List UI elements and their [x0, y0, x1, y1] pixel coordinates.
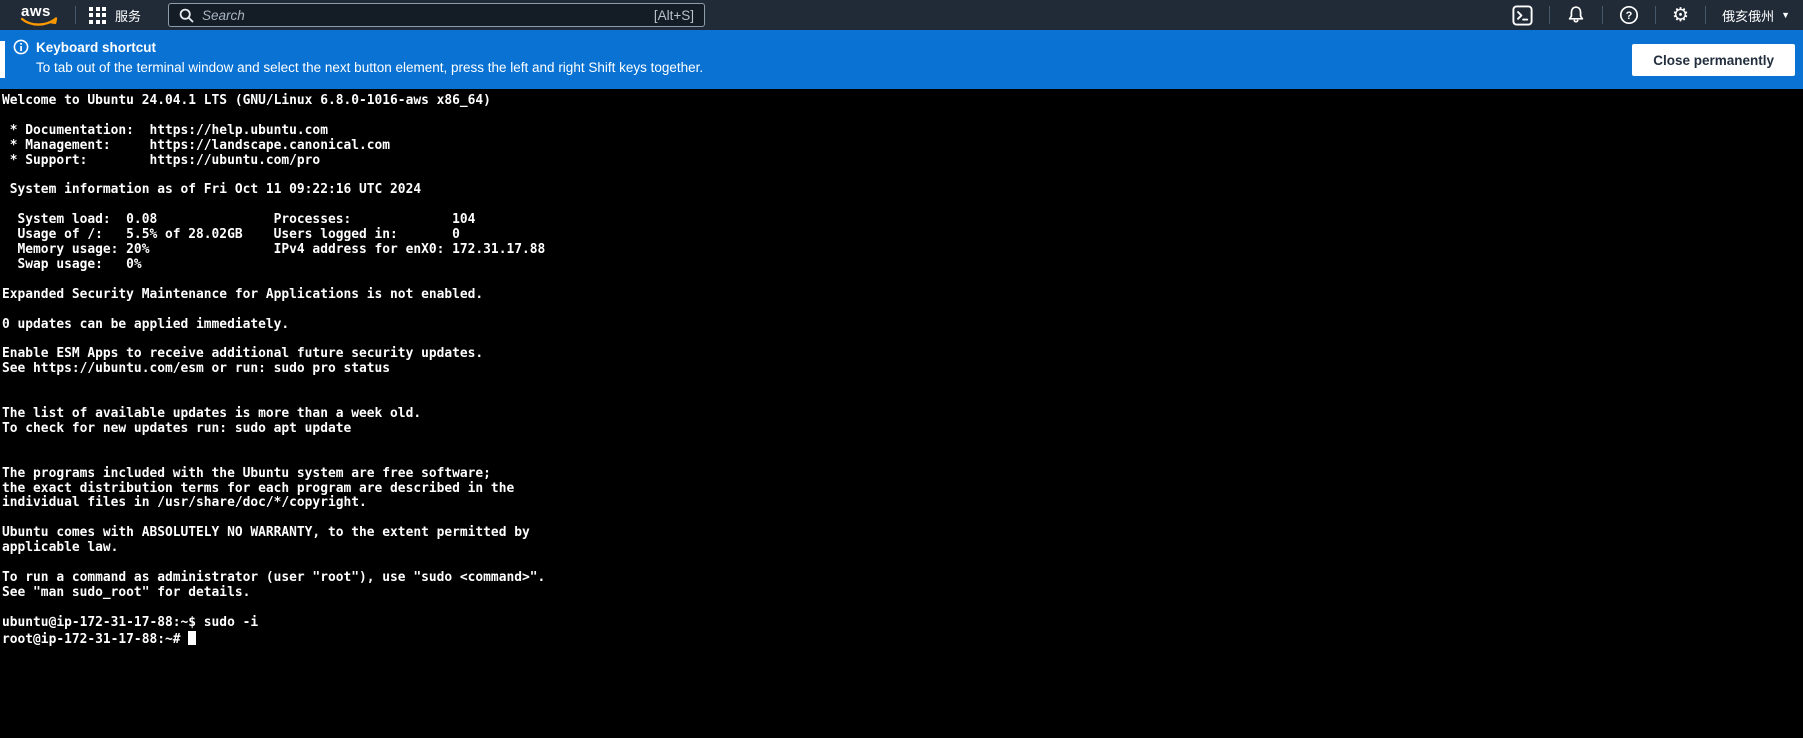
svg-text:aws: aws: [21, 3, 51, 20]
info-icon: [13, 39, 29, 55]
region-label: 俄亥俄州: [1722, 6, 1774, 25]
ec2-terminal[interactable]: Welcome to Ubuntu 24.04.1 LTS (GNU/Linux…: [0, 89, 1803, 738]
topbar-right-controls: ? ⚙ 俄亥俄州 ▼: [1498, 5, 1803, 26]
terminal-cursor: [188, 631, 196, 645]
keyboard-shortcut-banner: Keyboard shortcut To tab out of the term…: [0, 30, 1803, 89]
gear-icon: ⚙: [1672, 6, 1689, 25]
topbar-divider: [75, 6, 76, 24]
aws-top-nav: aws 服务 [Alt+S]: [0, 0, 1803, 30]
svg-text:?: ?: [1626, 10, 1633, 22]
topbar-divider: [1705, 6, 1706, 24]
services-menu-button[interactable]: 服务: [89, 6, 141, 25]
banner-focus-accent: [0, 41, 5, 78]
bell-icon: [1566, 5, 1586, 25]
cloudshell-button[interactable]: [1498, 5, 1547, 26]
services-label: 服务: [115, 6, 141, 25]
cloudshell-icon: [1512, 5, 1533, 26]
global-search-box[interactable]: [Alt+S]: [168, 3, 705, 27]
search-icon: [179, 8, 194, 23]
topbar-divider: [1602, 6, 1603, 24]
settings-button[interactable]: ⚙: [1658, 6, 1703, 25]
terminal-output: Welcome to Ubuntu 24.04.1 LTS (GNU/Linux…: [2, 93, 545, 647]
help-button[interactable]: ?: [1605, 5, 1653, 25]
banner-title: Keyboard shortcut: [36, 40, 156, 55]
topbar-divider: [1655, 6, 1656, 24]
region-selector[interactable]: 俄亥俄州 ▼: [1708, 6, 1790, 25]
aws-logo[interactable]: aws: [18, 2, 62, 28]
notifications-button[interactable]: [1552, 5, 1600, 25]
banner-message: To tab out of the terminal window and se…: [36, 60, 1803, 75]
search-input[interactable]: [202, 8, 646, 23]
chevron-down-icon: ▼: [1781, 10, 1790, 20]
search-keyboard-shortcut: [Alt+S]: [654, 8, 694, 23]
topbar-divider: [1549, 6, 1550, 24]
services-grid-icon: [89, 7, 106, 24]
help-icon: ?: [1619, 5, 1639, 25]
banner-content: Keyboard shortcut To tab out of the term…: [0, 30, 1803, 75]
close-permanently-button[interactable]: Close permanently: [1632, 44, 1795, 76]
